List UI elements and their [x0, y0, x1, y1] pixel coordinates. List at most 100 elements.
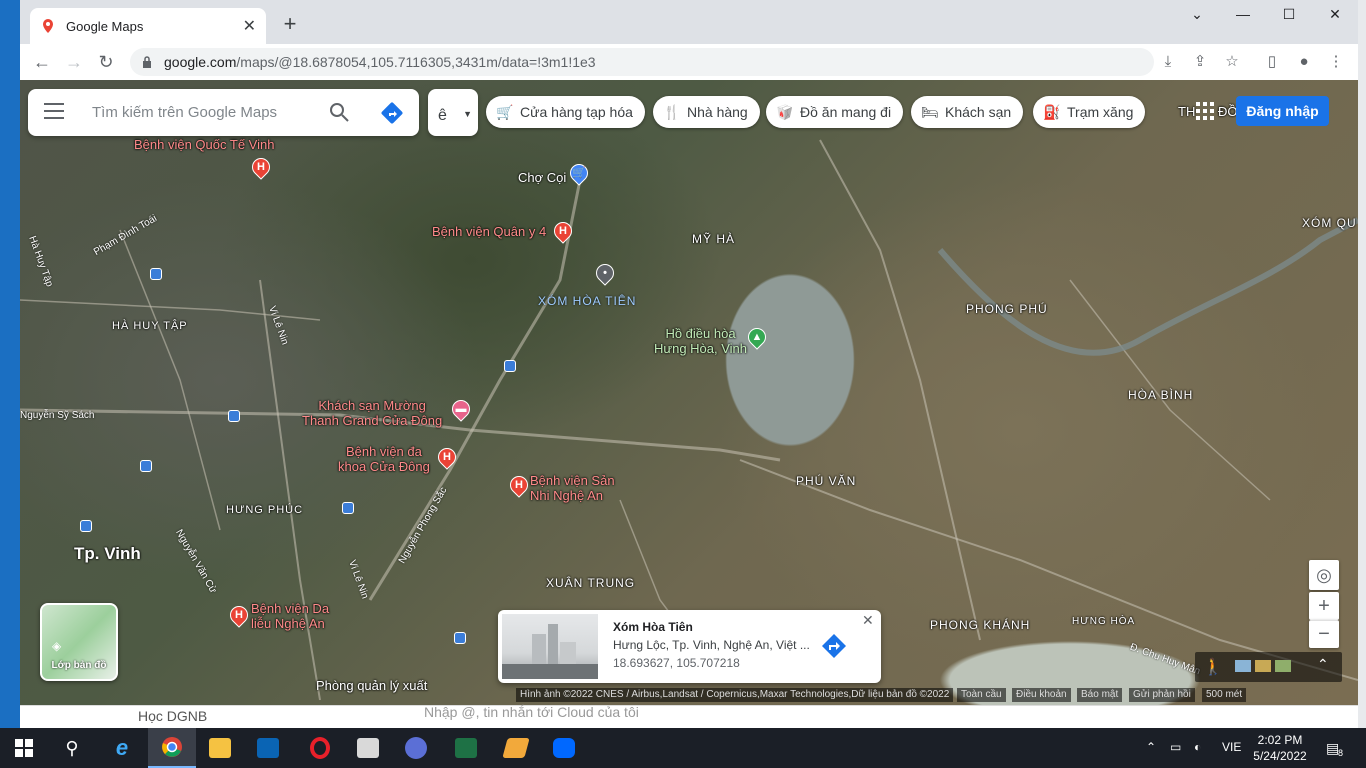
- windows-start-button[interactable]: [0, 728, 48, 768]
- pegman-icon[interactable]: 🚶: [1203, 657, 1223, 677]
- layers-icon: ◈: [52, 639, 62, 653]
- taskbar-explorer[interactable]: [196, 728, 244, 768]
- bus-stop-icon[interactable]: [140, 460, 152, 472]
- thumbnail-icon[interactable]: [1235, 660, 1251, 672]
- bus-stop-icon[interactable]: [150, 268, 162, 280]
- thumbnail-icon[interactable]: [1275, 660, 1291, 672]
- taskbar-opera[interactable]: [296, 728, 344, 768]
- chip-gas[interactable]: ⛽ Trạm xăng: [1033, 96, 1146, 128]
- taskbar-excel[interactable]: [442, 728, 490, 768]
- search-icon[interactable]: ⚲: [48, 728, 96, 768]
- close-window-button[interactable]: ✕: [1312, 6, 1358, 26]
- bus-stop-icon[interactable]: [504, 360, 516, 372]
- attribution-text: Hình ảnh ©2022 CNES / Airbus,Landsat / C…: [516, 688, 954, 702]
- browser-toolbar: ← → ↻ google.com/maps/@18.6878054,105.71…: [20, 44, 1358, 80]
- poi-lake[interactable]: Hồ điều hòa Hưng Hòa, Vinh: [654, 326, 747, 356]
- link-global[interactable]: Toàn cầu: [957, 688, 1006, 702]
- forward-button[interactable]: →: [62, 50, 86, 74]
- bus-stop-icon[interactable]: [342, 502, 354, 514]
- search-box[interactable]: Tìm kiếm trên Google Maps: [28, 89, 419, 136]
- minimize-button[interactable]: —: [1220, 6, 1266, 26]
- language-selector[interactable]: ê ▼: [428, 89, 478, 136]
- outlook-icon: [257, 738, 279, 758]
- link-privacy[interactable]: Báo mật: [1077, 688, 1123, 702]
- taskbar-zalo[interactable]: [540, 728, 588, 768]
- poi-hospital-cuadong[interactable]: Bệnh viện đa khoa Cửa Đông: [338, 444, 430, 474]
- chip-restaurant[interactable]: 🍴 Nhà hàng: [653, 96, 760, 128]
- tab-close-icon[interactable]: ✕: [243, 16, 256, 36]
- search-input[interactable]: Tìm kiếm trên Google Maps: [92, 104, 277, 121]
- partial-label: ĐỒ: [1218, 104, 1238, 119]
- taskbar-chrome[interactable]: [148, 728, 196, 768]
- scale-label[interactable]: 500 mét: [1202, 688, 1247, 702]
- globe-icon: [405, 737, 427, 759]
- hamburger-menu-icon[interactable]: [44, 103, 64, 121]
- place-photo[interactable]: [502, 614, 598, 679]
- taskbar-outlook[interactable]: [244, 728, 292, 768]
- install-icon[interactable]: ⤓: [1158, 52, 1178, 72]
- expand-up-icon[interactable]: ⌃: [1317, 656, 1329, 673]
- area-label: PHONG PHÚ: [966, 302, 1048, 316]
- language-indicator[interactable]: VIE: [1222, 740, 1241, 754]
- chip-label: Nhà hàng: [687, 104, 748, 120]
- chip-grocery[interactable]: 🛒 Cửa hàng tạp hóa: [486, 96, 645, 128]
- poi-hospital-quocte[interactable]: Bệnh viện Quốc Tế Vinh: [134, 137, 274, 152]
- more-menu-icon[interactable]: ⋮: [1326, 52, 1346, 72]
- volume-icon[interactable]: ◐: [1194, 740, 1201, 754]
- layers-toggle[interactable]: ◈ Lớp bản đồ: [40, 603, 118, 681]
- city-label: Tp. Vinh: [74, 544, 141, 563]
- my-location-button[interactable]: ◎: [1309, 560, 1339, 590]
- search-icon[interactable]: [328, 101, 350, 123]
- apps-grid-icon[interactable]: [1196, 102, 1214, 120]
- clock[interactable]: 2:02 PM 5/24/2022: [1250, 732, 1310, 764]
- directions-icon[interactable]: [818, 630, 850, 662]
- windows-logo-icon: [15, 739, 33, 757]
- chip-takeout[interactable]: 🥡 Đồ ăn mang đi: [766, 96, 904, 128]
- back-button[interactable]: ←: [30, 50, 54, 74]
- url-path: /maps/@18.6878054,105.7116305,3431m/data…: [236, 54, 596, 70]
- poi-cho-coi[interactable]: Chợ Cọi: [518, 170, 566, 185]
- taskbar-globe[interactable]: [392, 728, 440, 768]
- close-icon[interactable]: ✕: [862, 612, 874, 629]
- poi-hospital-dalieu[interactable]: Bệnh viện Da liễu Nghệ An: [251, 601, 329, 631]
- bus-stop-icon[interactable]: [80, 520, 92, 532]
- taskbar-app[interactable]: [344, 728, 392, 768]
- taskbar-ie[interactable]: e: [98, 728, 146, 768]
- bus-stop-icon[interactable]: [228, 410, 240, 422]
- taskbar-app2[interactable]: [492, 728, 540, 768]
- chat-input[interactable]: Nhập @, tin nhắn tới Cloud của tôi: [424, 704, 639, 720]
- sign-in-button[interactable]: Đăng nhập: [1236, 96, 1329, 126]
- poi-hotel-muong-thanh[interactable]: Khách sạn Mường Thanh Grand Cửa Đông: [302, 398, 442, 428]
- link-terms[interactable]: Điều khoản: [1012, 688, 1071, 702]
- zoom-in-button[interactable]: +: [1309, 592, 1339, 620]
- directions-icon[interactable]: [380, 101, 404, 125]
- place-address: Hưng Lộc, Tp. Vinh, Nghệ An, Việt ...: [613, 638, 810, 652]
- bookmark-star-icon[interactable]: ☆: [1222, 52, 1242, 72]
- opera-icon: [310, 737, 330, 759]
- maximize-button[interactable]: ☐: [1266, 6, 1312, 26]
- place-card[interactable]: Xóm Hòa Tiên Hưng Lộc, Tp. Vinh, Nghệ An…: [498, 610, 881, 683]
- new-tab-button[interactable]: +: [278, 12, 302, 36]
- tab-search-icon[interactable]: ⌄: [1174, 6, 1220, 26]
- side-panel-icon[interactable]: ▯: [1262, 52, 1282, 72]
- network-icon[interactable]: ▭: [1170, 740, 1181, 754]
- poi-hospital-sannhi[interactable]: Bệnh viện Sản Nhi Nghệ An: [530, 473, 615, 503]
- bus-stop-icon[interactable]: [454, 632, 466, 644]
- share-icon[interactable]: ⇪: [1190, 52, 1210, 72]
- chevron-up-icon[interactable]: ⌃: [1146, 740, 1156, 754]
- location-target-icon: ◎: [1316, 565, 1332, 585]
- place-coordinates: 18.693627, 105.707218: [613, 656, 740, 670]
- satellite-map[interactable]: MỸ HÀ HÀ HUY TẬP PHONG PHÚ HÒA BÌNH PHÚ …: [20, 80, 1358, 705]
- tab-google-maps[interactable]: Google Maps ✕: [30, 8, 266, 44]
- link-feedback[interactable]: Gửi phản hồi: [1129, 688, 1195, 702]
- address-bar[interactable]: google.com/maps/@18.6878054,105.7116305,…: [130, 48, 1154, 76]
- poi-hospital-quany[interactable]: Bệnh viện Quân y 4: [432, 224, 546, 239]
- chip-hotel[interactable]: 🛏 Khách sạn: [911, 96, 1024, 128]
- profile-avatar-icon[interactable]: ●: [1294, 52, 1314, 72]
- ie-icon: e: [115, 735, 129, 760]
- reload-button[interactable]: ↻: [94, 50, 118, 74]
- thumbnail-icon[interactable]: [1255, 660, 1271, 672]
- area-label: PHONG KHÁNH: [930, 618, 1031, 632]
- zoom-out-button[interactable]: −: [1309, 620, 1339, 648]
- background-app: Học DGNB Nhập @, tin nhắn tới Cloud của …: [20, 704, 1358, 728]
